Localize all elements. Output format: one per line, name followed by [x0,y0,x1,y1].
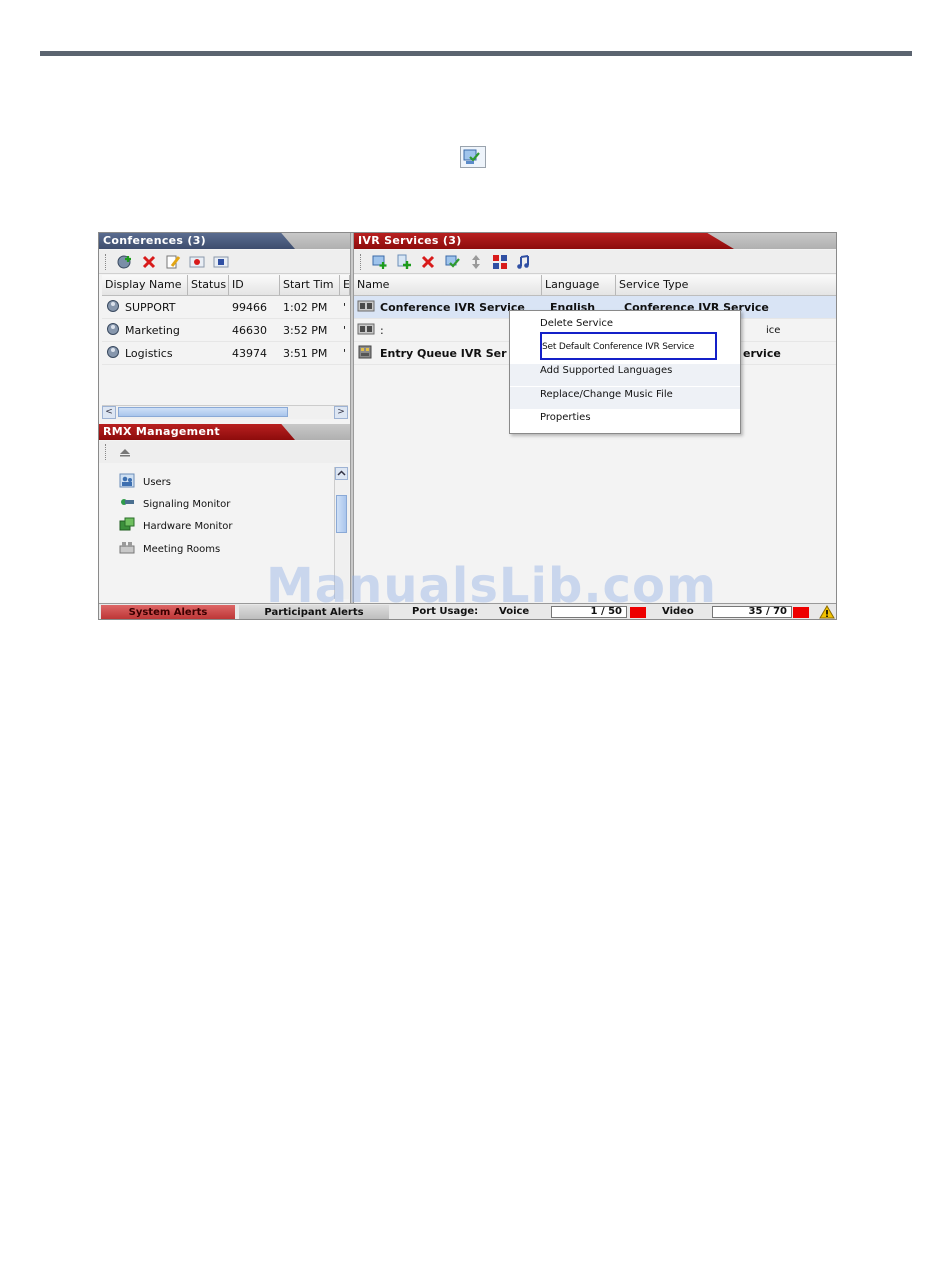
table-row[interactable]: SUPPORT 99466 1:02 PM ' [102,296,350,319]
toolbar-grip [105,444,108,460]
conferences-toolbar [99,250,350,274]
users-icon [119,473,135,491]
conferences-horizontal-scrollbar[interactable]: < > [102,405,348,419]
column-service-type[interactable]: Service Type [616,275,836,295]
conference-icon [105,322,121,339]
add-icon[interactable] [395,253,413,271]
conferences-panel-header: Conferences (3) [99,233,350,249]
table-row[interactable]: Marketing 46630 3:52 PM ' [102,319,350,342]
conferences-list: SUPPORT 99466 1:02 PM ' Marketing 46630 … [102,296,350,365]
page-top-rule [40,51,912,56]
rmx-item-label: Meeting Rooms [143,543,221,555]
meeting-rooms-icon [119,540,135,558]
scroll-up-icon[interactable] [335,467,348,480]
scroll-right-button[interactable]: > [334,406,348,419]
ivr-services-title: IVR Services (3) [354,233,734,249]
rmx-item-signaling-monitor[interactable]: Signaling Monitor [119,495,230,513]
conference-id: 43974 [232,346,267,360]
ivr-service-name: : [380,323,384,337]
move-icon[interactable] [467,253,485,271]
ivr-services-table-header: Name Language Service Type [354,275,836,296]
video-usage-meter: 35 / 70 [712,606,792,618]
video-alarm-indicator [793,607,809,618]
scroll-left-button[interactable]: < [102,406,116,419]
toolbar-grip [105,253,108,270]
rmx-management-title: RMX Management [99,424,295,440]
ivr-service-icon [357,300,375,315]
menu-item-highlight [540,332,717,360]
signaling-monitor-icon [119,495,135,513]
column-start-time[interactable]: Start Tim [280,275,340,295]
stop-icon[interactable] [212,253,230,271]
set-default-icon[interactable] [443,253,461,271]
column-e[interactable]: E [340,275,350,295]
edit-icon[interactable] [164,253,182,271]
warning-icon[interactable] [819,605,835,619]
collapse-icon[interactable] [116,443,134,461]
conferences-title: Conferences (3) [99,233,295,249]
ivr-service-icon [357,323,375,338]
context-menu: Delete Service Set Default Conference IV… [509,310,741,434]
menu-item-add-supported-languages[interactable]: Add Supported Languages [540,361,672,381]
column-status[interactable]: Status [188,275,229,295]
rmx-management-toolbar [99,441,350,463]
conference-icon [105,345,121,362]
scroll-thumb[interactable] [336,495,347,533]
conference-e: ' [343,346,347,360]
conferences-table-header: Display Name Status ID Start Tim E [102,275,350,296]
column-display-name[interactable]: Display Name [102,275,188,295]
menu-item-replace-change-music-file[interactable]: Replace/Change Music File [540,385,673,405]
column-name[interactable]: Name [354,275,542,295]
rmx-item-meeting-rooms[interactable]: Meeting Rooms [119,540,220,558]
watermark: ManualsLib.com [266,558,717,614]
toolbar-grip [360,253,363,270]
conference-e: ' [343,323,347,337]
new-ivr-service-icon[interactable] [371,253,389,271]
ivr-set-default-icon [460,146,486,168]
conference-name: Logistics [125,346,173,360]
rmx-item-hardware-monitor[interactable]: Hardware Monitor [119,517,232,535]
conference-id: 99466 [232,300,267,314]
entry-queue-icon [357,345,375,362]
conference-start-time: 3:52 PM [283,323,328,337]
menu-item-properties[interactable]: Properties [540,408,591,428]
menu-item-delete-service[interactable]: Delete Service [540,314,613,334]
ivr-service-name: Conference IVR Service [380,300,525,314]
rmx-item-users[interactable]: Users [119,473,171,491]
new-conference-icon[interactable] [116,253,134,271]
conference-start-time: 3:51 PM [283,346,328,360]
conference-start-time: 1:02 PM [283,300,328,314]
rmx-item-label: Users [143,476,172,488]
conference-icon [105,299,121,316]
conference-e: ' [343,300,347,314]
column-id[interactable]: ID [229,275,280,295]
delete-icon[interactable] [140,253,158,271]
rmx-management-panel-header: RMX Management [99,424,350,440]
system-alerts-button[interactable]: System Alerts [101,605,235,619]
conference-name: SUPPORT [125,300,176,314]
hardware-monitor-icon [119,517,135,535]
language-icon[interactable] [491,253,509,271]
scroll-thumb[interactable] [118,407,288,417]
table-row[interactable]: Logistics 43974 3:51 PM ' [102,342,350,365]
rmx-item-label: Signaling Monitor [143,498,231,510]
record-icon[interactable] [188,253,206,271]
ivr-services-panel-header: IVR Services (3) [354,233,836,249]
column-language[interactable]: Language [542,275,616,295]
conference-name: Marketing [125,323,180,337]
ivr-service-name: Entry Queue IVR Ser [380,346,507,360]
ivr-services-toolbar [354,250,836,274]
delete-icon[interactable] [419,253,437,271]
music-icon[interactable] [515,253,533,271]
conference-id: 46630 [232,323,267,337]
rmx-item-label: Hardware Monitor [143,520,233,532]
